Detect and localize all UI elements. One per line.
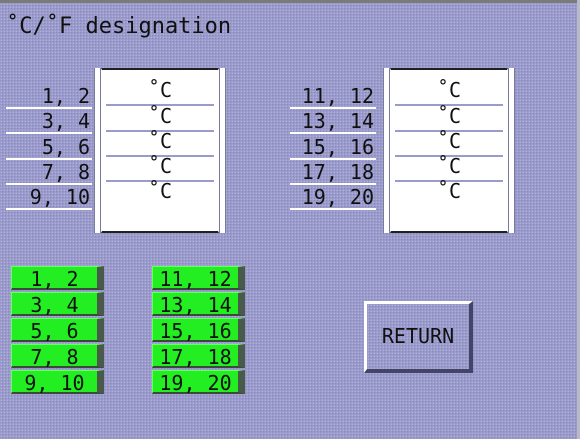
toggle-button-7-8[interactable]: 7, 8 (11, 344, 104, 369)
toggle-button-11-12[interactable]: 11, 12 (152, 266, 245, 291)
return-button[interactable]: RETURN (364, 301, 473, 373)
toggle-button-13-14[interactable]: 13, 14 (152, 292, 245, 317)
top-border (0, 0, 580, 3)
left-unit-value-4: ˚C (147, 154, 173, 178)
left-row-label-5: 9, 10 (6, 186, 92, 210)
left-box-right-edge (219, 68, 226, 233)
right-row-label-3: 15, 16 (290, 136, 376, 160)
right-row-label-4: 17, 18 (290, 161, 376, 185)
right-row-label-2: 13, 14 (290, 110, 376, 134)
left-unit-panel: ˚C ˚C ˚C ˚C ˚C (101, 68, 219, 233)
page-title: ˚C/˚F designation (6, 14, 232, 39)
toggle-button-17-18[interactable]: 17, 18 (152, 344, 245, 369)
toggle-button-19-20[interactable]: 19, 20 (152, 370, 245, 395)
toggle-button-3-4[interactable]: 3, 4 (11, 292, 104, 317)
toggle-button-9-10[interactable]: 9, 10 (11, 370, 104, 395)
right-box-left-edge (383, 68, 390, 233)
toggle-button-1-2[interactable]: 1, 2 (11, 266, 104, 291)
right-unit-panel: ˚C ˚C ˚C ˚C ˚C (390, 68, 508, 233)
left-row-label-1: 1, 2 (6, 85, 92, 109)
left-box-left-edge (94, 68, 101, 233)
toggle-button-5-6[interactable]: 5, 6 (11, 318, 104, 343)
left-row-label-4: 7, 8 (6, 161, 92, 185)
right-unit-value-2: ˚C (436, 104, 462, 128)
left-unit-value-5: ˚C (147, 179, 173, 203)
right-unit-value-4: ˚C (436, 154, 462, 178)
right-unit-value-1: ˚C (436, 78, 462, 102)
right-row-label-5: 19, 20 (290, 186, 376, 210)
right-unit-value-5: ˚C (436, 179, 462, 203)
right-unit-value-3: ˚C (436, 129, 462, 153)
left-unit-value-3: ˚C (147, 129, 173, 153)
left-row-label-2: 3, 4 (6, 110, 92, 134)
left-row-label-3: 5, 6 (6, 136, 92, 160)
left-unit-value-2: ˚C (147, 104, 173, 128)
right-box-right-edge (508, 68, 515, 233)
left-unit-value-1: ˚C (147, 78, 173, 102)
right-row-label-1: 11, 12 (290, 85, 376, 109)
toggle-button-15-16[interactable]: 15, 16 (152, 318, 245, 343)
